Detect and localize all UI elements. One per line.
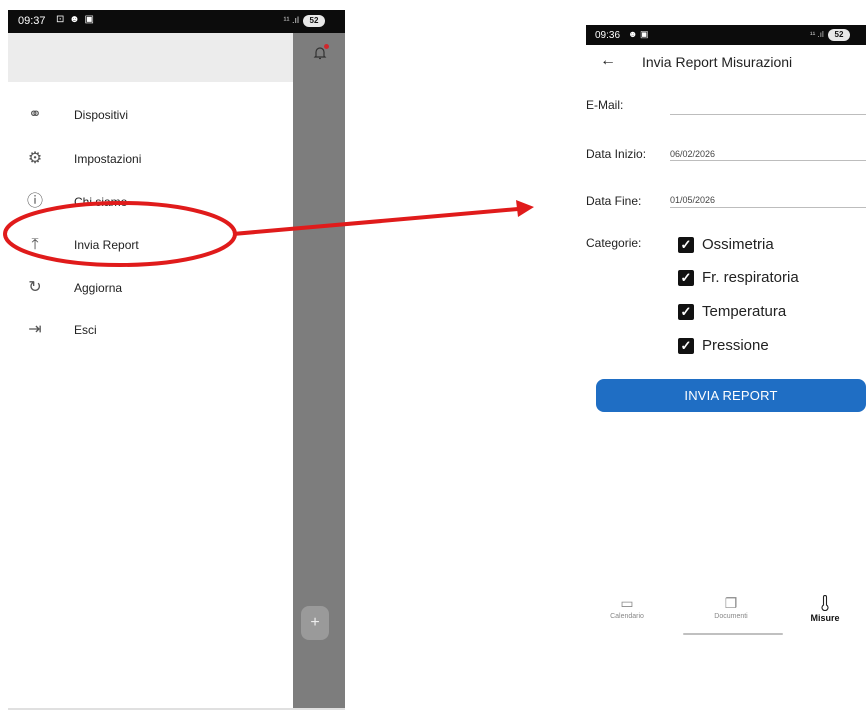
- status-time: 09:37: [18, 15, 46, 27]
- navigation-drawer: ⚭ Dispositivi ⚙ Impostazioni ⓘ Chi siamo…: [8, 33, 293, 710]
- checkbox-checked-icon[interactable]: ✓: [678, 270, 694, 286]
- status-icons: ⊡ ☻ ▣: [56, 14, 95, 25]
- checkbox-checked-icon[interactable]: ✓: [678, 304, 694, 320]
- menu-item-label: Chi siamo: [74, 195, 128, 209]
- menu-item-invia-report[interactable]: ⤒ Invia Report: [8, 227, 293, 263]
- logout-icon: ⇥: [28, 321, 42, 338]
- battery-icon: 52: [303, 15, 325, 27]
- menu-item-dispositivi[interactable]: ⚭ Dispositivi: [8, 97, 293, 133]
- send-report-button[interactable]: INVIA REPORT: [596, 379, 866, 412]
- categories-label: Categorie:: [586, 236, 642, 250]
- pointer-arrow-head: [516, 200, 534, 217]
- tab-label: Misure: [810, 613, 840, 623]
- drawer-header: [8, 33, 293, 82]
- checkbox-checked-icon[interactable]: ✓: [678, 338, 694, 354]
- email-field[interactable]: [670, 114, 866, 115]
- start-date-label: Data Inizio:: [586, 147, 647, 161]
- menu-item-label: Invia Report: [74, 238, 139, 252]
- signal-icon: ¹¹ .ıl: [283, 15, 300, 25]
- right-phone-screen: 09:36 ☻ ▣ ¹¹ .ıl 52 ← Invia Report Misur…: [586, 25, 866, 640]
- back-arrow-icon[interactable]: ←: [600, 52, 616, 70]
- tab-documenti[interactable]: ❐ Documenti: [696, 595, 766, 620]
- left-phone-screen: 09:37 ⊡ ☻ ▣ ¹¹ .ıl 52 + re ⚭ Dispositivi…: [8, 10, 345, 710]
- tab-label: Calendario: [610, 613, 644, 620]
- end-date-label: Data Fine:: [586, 194, 642, 208]
- menu-item-label: Impostazioni: [74, 152, 142, 166]
- tab-misure[interactable]: Misure: [790, 595, 860, 623]
- checkbox-label: Ossimetria: [702, 236, 774, 253]
- status-time: 09:36: [595, 30, 621, 41]
- end-date-underline: [670, 207, 866, 208]
- menu-item-label: Aggiorna: [74, 281, 123, 295]
- email-label: E-Mail:: [586, 98, 624, 112]
- devices-icon: ⚭: [28, 106, 42, 123]
- start-date-field[interactable]: 06/02/2026: [670, 149, 715, 159]
- page-title: Invia Report Misurazioni: [642, 54, 793, 70]
- bottom-tab-bar: ▭ Calendario ❐ Documenti Misure: [586, 587, 866, 637]
- status-icons: ☻ ▣: [628, 29, 649, 39]
- menu-item-label: Esci: [74, 323, 97, 337]
- checkbox-label: Temperatura: [702, 303, 787, 320]
- menu-item-chi-siamo[interactable]: ⓘ Chi siamo: [8, 184, 293, 220]
- menu-item-esci[interactable]: ⇥ Esci: [8, 312, 293, 348]
- documents-icon: ❐: [724, 595, 738, 611]
- tab-calendario[interactable]: ▭ Calendario: [592, 595, 662, 620]
- checkbox-checked-icon[interactable]: ✓: [678, 237, 694, 253]
- status-bar: 09:36 ☻ ▣ ¹¹ .ıl 52: [586, 25, 866, 45]
- home-indicator: [683, 633, 783, 635]
- bottom-divider: [8, 708, 345, 710]
- checkbox-label: Fr. respiratoria: [702, 269, 799, 286]
- add-button[interactable]: +: [301, 606, 329, 640]
- status-bar: 09:37 ⊡ ☻ ▣ ¹¹ .ıl 52: [8, 10, 345, 33]
- menu-item-aggiorna[interactable]: ↻ Aggiorna: [8, 270, 293, 306]
- thermometer-icon: [790, 595, 860, 612]
- refresh-icon: ↻: [28, 279, 42, 296]
- end-date-field[interactable]: 01/05/2026: [670, 195, 715, 205]
- menu-item-label: Dispositivi: [74, 108, 129, 122]
- battery-icon: 52: [828, 29, 850, 41]
- notification-dot: [324, 44, 329, 49]
- checkbox-label: Pressione: [702, 337, 769, 354]
- start-date-underline: [670, 160, 866, 161]
- signal-icon: ¹¹ .ıl: [810, 30, 824, 39]
- info-icon: ⓘ: [26, 193, 43, 210]
- tab-label: Documenti: [714, 613, 748, 620]
- upload-icon: ⤒: [31, 236, 39, 253]
- menu-item-impostazioni[interactable]: ⚙ Impostazioni: [8, 141, 293, 177]
- calendar-icon: ▭: [620, 595, 634, 611]
- settings-icon: ⚙: [27, 150, 43, 167]
